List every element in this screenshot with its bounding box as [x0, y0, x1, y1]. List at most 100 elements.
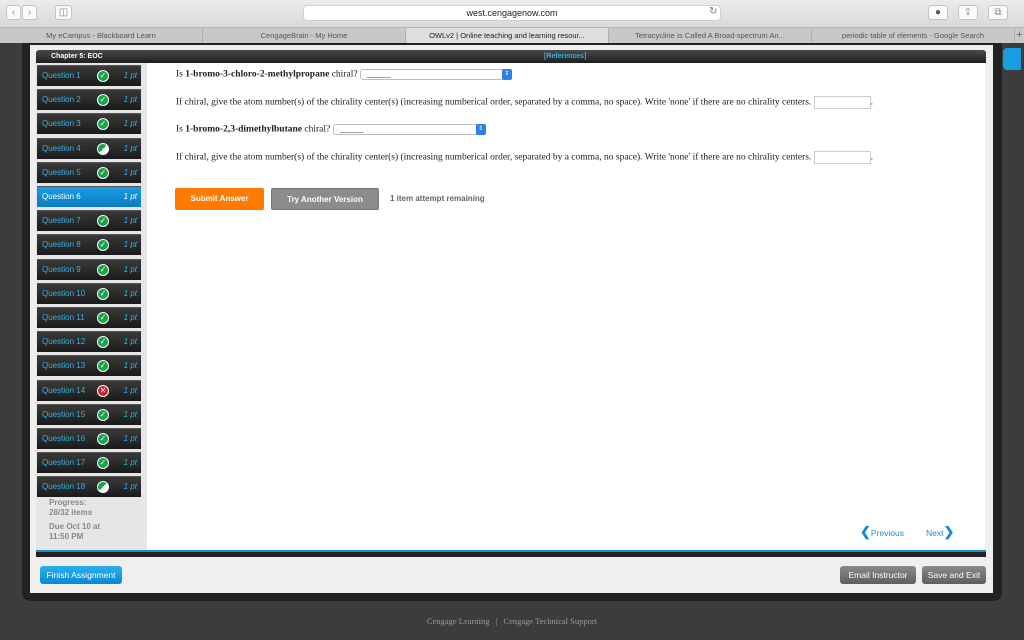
sidebar-question-5[interactable]: Question 5 ✓ 1 pt: [37, 161, 141, 183]
references-link[interactable]: [References]: [544, 50, 586, 63]
content-bottom-bar: [36, 550, 986, 557]
try-another-version-button[interactable]: Try Another Version: [271, 188, 379, 210]
tab-owlv2[interactable]: OWLv2 | Online teaching and learning res…: [406, 28, 609, 43]
question-points: 1 pt: [123, 264, 137, 274]
question-label: Question 3: [42, 119, 81, 129]
sidebar-question-9[interactable]: Question 9 ✓ 1 pt: [37, 258, 141, 280]
question-points: 1 pt: [123, 288, 137, 298]
question-points: 1 pt: [123, 361, 137, 371]
q2-text: If chiral, give the atom number(s) of th…: [176, 97, 812, 108]
forward-button[interactable]: ›: [22, 5, 37, 20]
back-button[interactable]: ‹: [6, 5, 21, 20]
check-icon: ✓: [97, 239, 109, 252]
question-label: Question 17: [42, 458, 86, 468]
x-icon: ✕: [97, 384, 109, 397]
sidebar-question-2[interactable]: Question 2 ✓ 1 pt: [37, 89, 141, 111]
cengage-learning-link[interactable]: Cengage Learning: [427, 616, 490, 626]
question-label: Question 12: [42, 337, 86, 347]
q1-pre: Is: [176, 69, 186, 80]
question-label: Question 6: [42, 192, 81, 201]
tab-bar: My eCampus - Blackboard Learn CengageBra…: [0, 27, 1024, 43]
save-and-exit-button[interactable]: Save and Exit: [922, 566, 986, 584]
sidebar-question-18[interactable]: Question 18 1 pt: [37, 476, 141, 498]
compound-name-1: 1-bromo-3-chloro-2-methylpropane: [185, 69, 330, 80]
previous-link[interactable]: ❮Previous: [860, 524, 904, 540]
tabs-overview-icon[interactable]: ⧉: [988, 5, 1008, 20]
browser-toolbar: ‹ › ◫ west.cengagenow.com ↻ ● ⇪ ⧉: [0, 0, 1024, 27]
question-points: 1 pt: [123, 240, 137, 250]
tab-cengagebrain[interactable]: CengageBrain - My Home: [203, 28, 406, 43]
due-time: 11:50 PM: [49, 532, 84, 541]
question-label: Question 5: [42, 167, 81, 177]
check-icon: ✓: [97, 118, 109, 131]
check-icon: ✓: [97, 336, 109, 349]
check-icon: ✓: [97, 433, 109, 445]
tab-blackboard[interactable]: My eCampus - Blackboard Learn: [0, 28, 203, 43]
download-icon[interactable]: ●: [928, 5, 948, 20]
check-icon: ✓: [97, 457, 109, 470]
footer-separator: |: [495, 616, 498, 626]
question-points: 1 pt: [123, 313, 137, 322]
due-date: Due Oct 10 at: [49, 522, 101, 531]
q3-post: chiral?: [301, 124, 331, 135]
question-label: Question 14: [42, 385, 86, 395]
question-points: 1 pt: [123, 434, 137, 443]
question-points: 1 pt: [123, 95, 137, 105]
sidebar-question-8[interactable]: Question 8 ✓ 1 pt: [37, 234, 141, 256]
address-bar[interactable]: west.cengagenow.com: [303, 5, 721, 21]
footer: Cengage Learning | Cengage Technical Sup…: [0, 616, 1024, 626]
sidebar-question-3[interactable]: Question 3 ✓ 1 pt: [37, 113, 141, 135]
q4-text: If chiral, give the atom number(s) of th…: [176, 152, 812, 163]
question-label: Question 2: [42, 95, 81, 105]
new-tab-button[interactable]: +: [1015, 28, 1024, 43]
reload-icon[interactable]: ↻: [709, 6, 717, 17]
chirality-center-input-2[interactable]: [813, 151, 871, 164]
chiral-select-1[interactable]: ______ ⇕: [359, 69, 512, 80]
question-label: Question 13: [42, 361, 86, 371]
attempts-remaining: 1 item attempt remaining: [390, 194, 485, 203]
sidebar-question-17[interactable]: Question 17 ✓ 1 pt: [37, 452, 141, 474]
tab-tetracycline[interactable]: Tetracycline Is Called A Broad-spectrum …: [609, 28, 812, 43]
sidebar-question-10[interactable]: Question 10 ✓ 1 pt: [37, 282, 141, 304]
question-points: 1 pt: [123, 458, 137, 468]
check-icon: ✓: [97, 408, 109, 421]
question-label: Question 15: [42, 409, 86, 419]
check-icon: ✓: [97, 312, 109, 324]
sidebar-question-16[interactable]: Question 16 ✓ 1 pt: [37, 428, 141, 449]
progress-info: Progress: 28/32 items Due Oct 10 at 11:5…: [49, 498, 100, 542]
question-1: Is 1-bromo-3-chloro-2-methylpropane chir…: [176, 69, 512, 80]
share-icon[interactable]: ⇪: [958, 5, 978, 20]
period: .: [870, 97, 874, 108]
sidebar-question-4[interactable]: Question 4 1 pt: [37, 137, 141, 159]
sidebar-toggle-icon[interactable]: ◫: [55, 5, 72, 20]
sidebar-question-11[interactable]: Question 11 ✓ 1 pt: [37, 307, 141, 328]
sidebar-question-14[interactable]: Question 14 ✕ 1 pt: [37, 379, 141, 401]
check-icon: ✓: [97, 360, 109, 373]
question-2: If chiral, give the atom number(s) of th…: [176, 96, 873, 109]
sidebar-question-1[interactable]: Question 1 ✓ 1 pt: [37, 65, 141, 86]
question-points: 1 pt: [123, 143, 137, 153]
check-icon: ✓: [97, 215, 109, 228]
help-tab-icon[interactable]: [1003, 48, 1021, 70]
finish-assignment-button[interactable]: Finish Assignment: [40, 566, 122, 584]
select-arrow-icon: ⇕: [475, 124, 486, 135]
question-points: 1 pt: [123, 119, 137, 129]
technical-support-link[interactable]: Cengage Technical Support: [503, 616, 597, 626]
sidebar-question-6[interactable]: Question 6 1 pt: [37, 186, 141, 207]
question-points: 1 pt: [123, 216, 137, 226]
chiral-select-2[interactable]: ______ ⇕: [332, 124, 486, 135]
sidebar-question-13[interactable]: Question 13 ✓ 1 pt: [37, 355, 141, 377]
next-link[interactable]: Next❯: [926, 524, 954, 540]
email-instructor-button[interactable]: Email Instructor: [840, 566, 916, 584]
submit-answer-button[interactable]: Submit Answer: [175, 188, 264, 210]
sidebar-question-7[interactable]: Question 7 ✓ 1 pt: [37, 210, 141, 232]
sidebar-question-12[interactable]: Question 12 ✓ 1 pt: [37, 331, 141, 353]
tab-google-search[interactable]: periodic table of elements - Google Sear…: [812, 28, 1015, 43]
sidebar-question-15[interactable]: Question 15 ✓ 1 pt: [37, 403, 141, 425]
question-points: 1 pt: [123, 385, 137, 395]
select-value: ______: [339, 125, 364, 134]
question-points: 1 pt: [123, 71, 137, 80]
chirality-center-input-1[interactable]: [813, 96, 871, 109]
question-label: Question 11: [42, 313, 85, 322]
question-points: 1 pt: [123, 167, 137, 177]
